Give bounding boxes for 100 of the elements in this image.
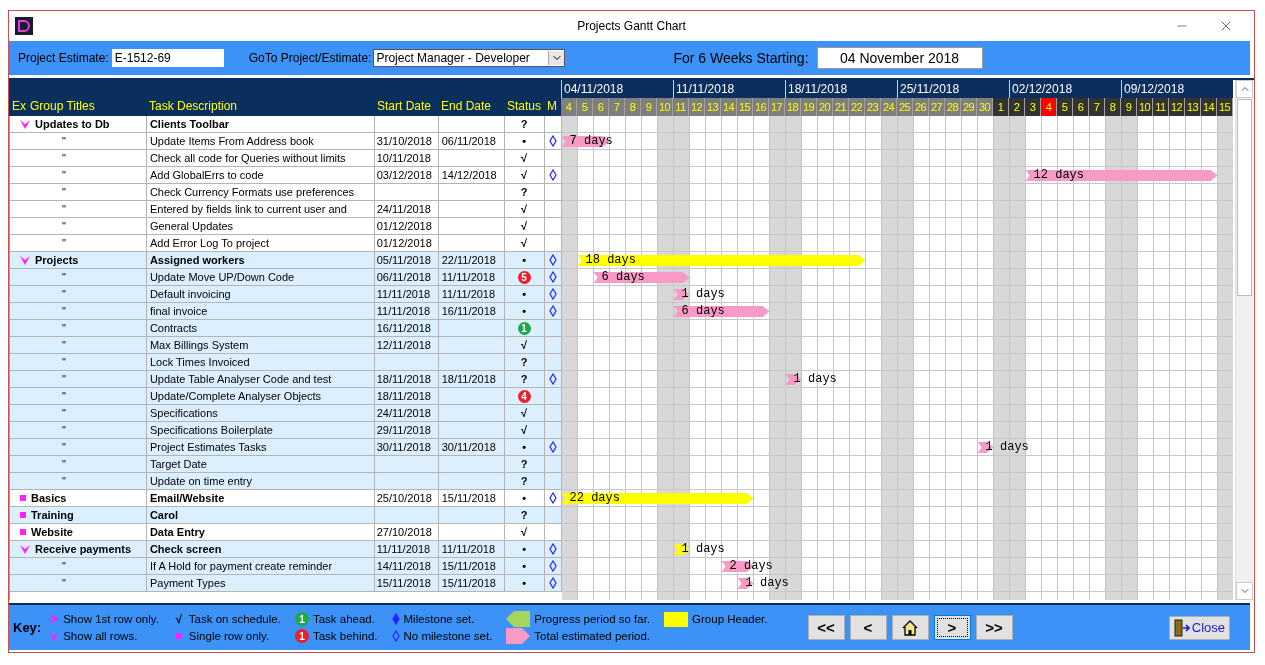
status-mark: √ [521,220,528,232]
project-dropdown[interactable]: Project Manager - Developer [373,49,566,67]
scroll-down-icon[interactable] [1236,582,1253,600]
status-mark: ? [520,458,528,470]
key-label: Key: [13,620,42,635]
status-mark: √ [521,339,528,351]
status-mark: √ [521,526,528,538]
day-label: 21 [833,98,849,116]
behind-badge: 4 [517,389,531,403]
task-description: Update Move UP/Down Code [149,271,295,283]
task-description: Clients Toolbar [149,118,230,130]
legend-text: Task on schedule. [188,613,281,625]
status-mark: √ [521,237,528,249]
gantt-bar: 7 days [561,134,613,149]
expand-all-icon[interactable] [20,544,30,554]
legend-text: Group Header. [692,613,768,625]
gantt-bar: 1 days [737,576,789,591]
nav-button[interactable]: << [807,615,845,640]
day-label: 22 [849,98,865,116]
start-date: 01/12/2018 [376,220,432,232]
status-mark: • [522,441,527,453]
day-label: 17 [769,98,785,116]
status-mark: √ [521,424,528,436]
start-date: 15/11/2018 [376,577,431,589]
gantt-bar: 6 days [593,270,690,285]
day-label: 15 [737,98,753,116]
group-title: " [62,203,66,215]
day-label: 8 [1105,98,1121,116]
scrollbar[interactable] [1235,80,1253,600]
task-description: Update Table Analyser Code and test [149,373,332,385]
legend-text: Single row only. [188,630,270,642]
day-label: 9 [641,98,657,116]
group-title: " [62,339,66,351]
start-date-field[interactable]: 04 November 2018 [816,47,983,69]
status-mark: ? [520,356,528,368]
day-label: 25 [897,98,913,116]
task-description: Data Entry [149,526,205,538]
field-label: Project Estimate: [18,51,109,65]
group-title: " [62,560,66,572]
day-label: 28 [945,98,961,116]
end-date: 30/11/2018 [441,441,496,453]
day-label: 5 [1057,98,1073,116]
day-label: 10 [657,98,673,116]
tick-symbol: √ [174,613,183,625]
group-title: " [62,220,66,232]
close-button[interactable]: Close [1168,615,1230,640]
day-label: 30 [977,98,993,116]
scroll-thumb[interactable] [1237,99,1252,296]
milestone-icon [391,630,400,642]
expand-all-icon[interactable] [20,119,30,129]
legend-text: Task ahead. [312,613,375,625]
start-date: 12/11/2018 [376,339,431,351]
start-date: 11/11/2018 [376,288,431,300]
task-description: Assigned workers [149,254,245,266]
end-date: 15/11/2018 [441,560,496,572]
group-title: " [62,373,66,385]
nav-button[interactable]: > [933,615,971,640]
column-header: Status [507,99,542,113]
expand-all-icon[interactable] [20,255,30,265]
field-label: GoTo Project/Estimate: [248,51,372,65]
home-button[interactable] [891,615,929,640]
day-label: 5 [577,98,593,116]
gantt-bar: 1 days [673,542,725,557]
column-header: Task Description [149,99,238,113]
start-date: 24/11/2018 [376,407,431,419]
day-label: 6 [1073,98,1089,116]
status-mark: ? [520,118,528,130]
day-label: 8 [625,98,641,116]
gantt-bar: 6 days [673,304,770,319]
task-description: final invoice [149,305,208,317]
status-mark: √ [521,203,528,215]
status-mark: • [522,305,527,317]
gantt-bar: 1 days [673,287,725,302]
legend-text: Milestone set. [403,613,475,625]
start-date: 10/11/2018 [376,152,431,164]
end-date: 16/11/2018 [441,305,496,317]
status-mark: ? [520,373,528,385]
nav-button[interactable]: < [849,615,887,640]
group-title: " [62,169,66,181]
nav-button[interactable]: >> [975,615,1013,640]
field-label: For 6 Weeks Starting: [673,50,809,66]
day-label: 12 [1169,98,1185,116]
scroll-up-icon[interactable] [1236,80,1253,98]
day-label: 29 [961,98,977,116]
start-date: 31/10/2018 [376,135,432,147]
window-title: Projects Gantt Chart [576,19,687,33]
task-description: Entered by fields link to current user and [149,203,347,215]
start-date: 24/11/2018 [376,203,431,215]
start-date: 06/11/2018 [376,271,431,283]
legend-text: Task behind. [312,630,378,642]
column-header: End Date [441,99,492,113]
day-label: 4 [1041,98,1057,116]
estimate-field[interactable]: E-1512-69 [111,49,224,67]
expand-all-icon [49,631,60,641]
end-date: 11/11/2018 [441,543,496,555]
group-header-swatch [664,611,689,627]
group-title: " [62,356,66,368]
ahead-badge: 1 [517,321,531,335]
group-title: " [62,237,66,249]
start-date: 05/11/2018 [376,254,431,266]
